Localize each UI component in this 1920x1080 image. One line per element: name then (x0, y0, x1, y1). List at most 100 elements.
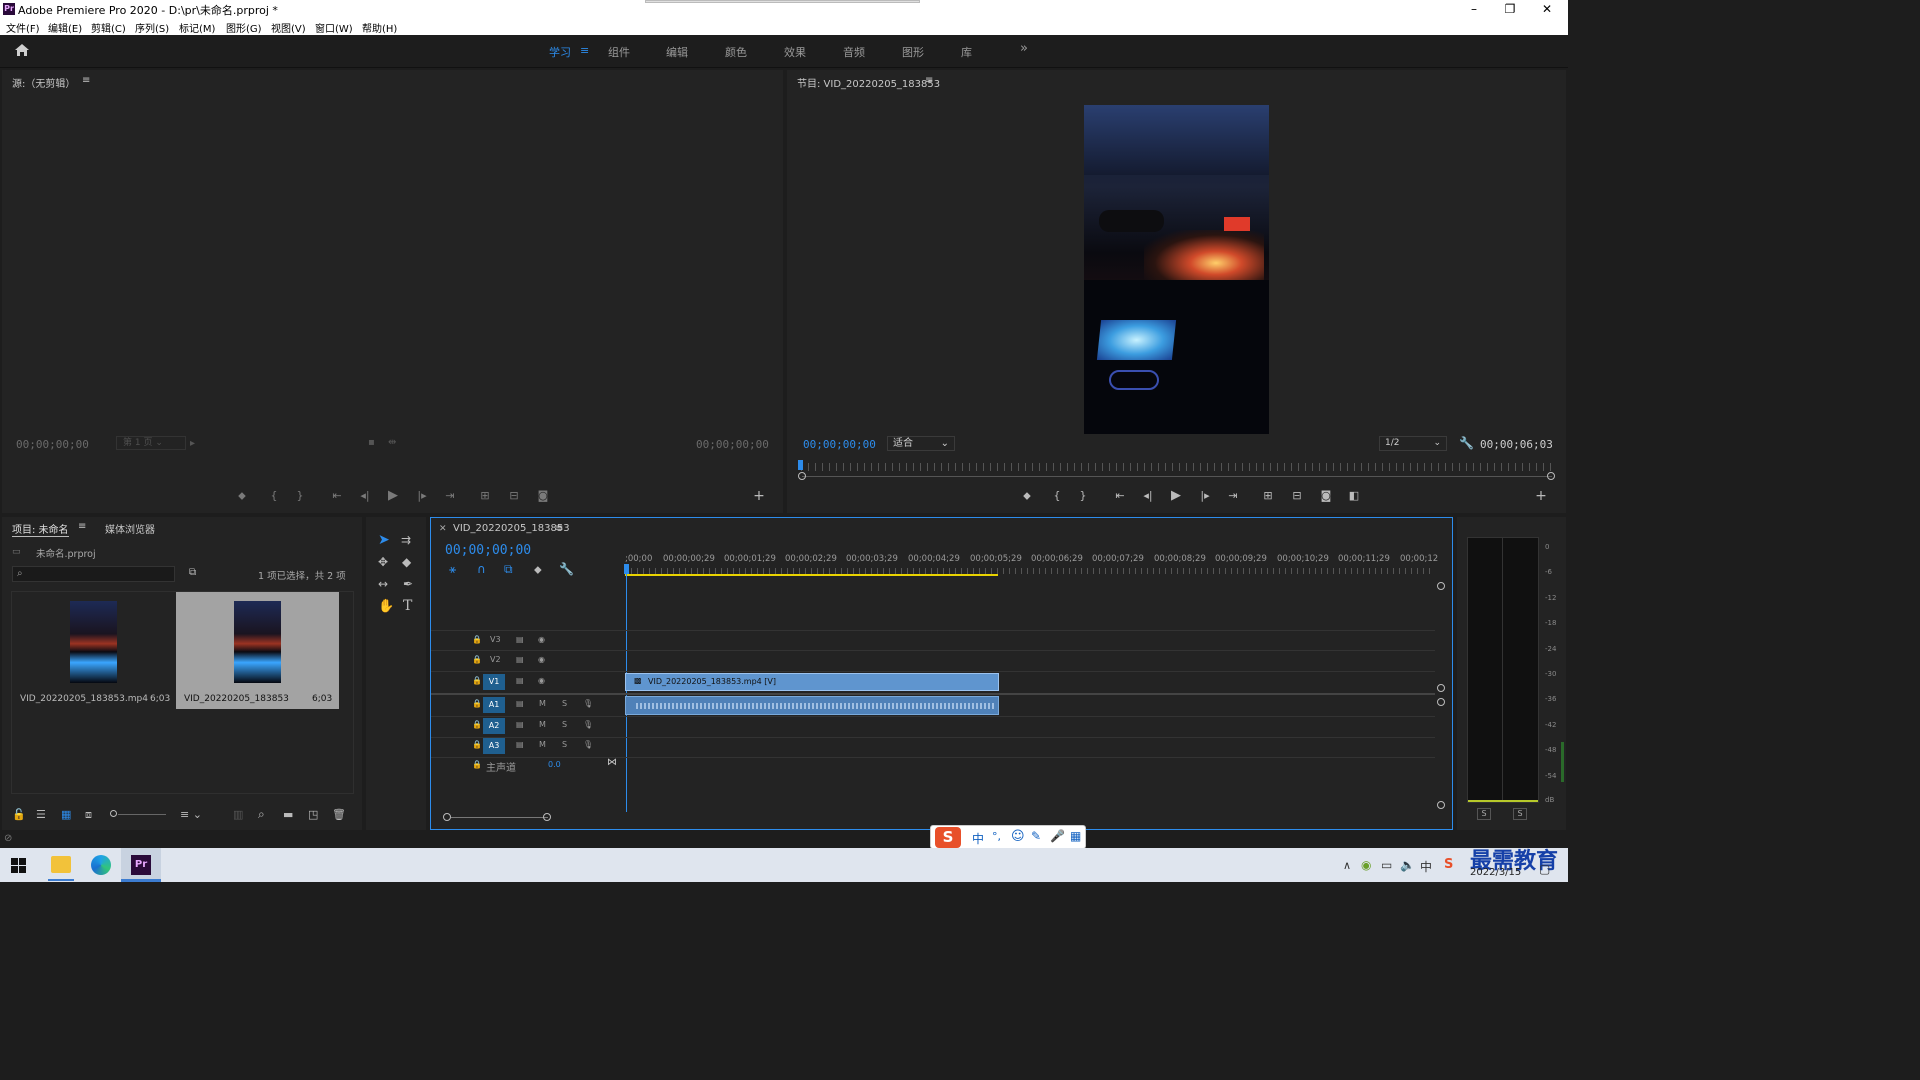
lock-track-icon[interactable]: 🔒 (472, 676, 482, 685)
eye-icon[interactable]: ◉ (538, 635, 545, 644)
vscroll-handle-bottom[interactable] (1437, 801, 1445, 809)
add-marker-icon[interactable]: ⬥ (234, 489, 250, 503)
export-frame-icon[interactable]: ◙ (535, 489, 551, 502)
slip-icon[interactable]: ↔ (378, 577, 388, 591)
button-editor-icon[interactable]: + (751, 488, 767, 504)
program-play-icon[interactable]: ▶ (1168, 488, 1184, 503)
workspace-menu-icon[interactable]: ≡ (580, 44, 589, 57)
toggle-sync-icon[interactable]: ▤ (516, 655, 524, 664)
zoom-handle-right[interactable] (1547, 472, 1555, 480)
meter-solo-left[interactable]: S (1477, 808, 1491, 820)
ripple-edit-icon[interactable]: ✥ (378, 555, 388, 569)
menu-sequence[interactable]: 序列(S) (135, 20, 169, 35)
program-step-forward-icon[interactable]: |▸ (1197, 489, 1213, 502)
program-add-marker-icon[interactable]: ⬥ (1019, 489, 1035, 503)
program-ruler[interactable] (801, 463, 1553, 471)
work-area-bar[interactable] (625, 574, 998, 576)
program-playhead[interactable] (798, 460, 803, 470)
toggle-sync-icon[interactable]: ▤ (516, 635, 524, 644)
vscroll-handle-mid[interactable] (1437, 684, 1445, 692)
tab-media-browser[interactable]: 媒体浏览器 (105, 521, 155, 536)
meter-solo-right[interactable]: S (1513, 808, 1527, 820)
page-select[interactable]: 第 1 页 ⌄ (116, 436, 186, 450)
eye-icon[interactable]: ◉ (538, 676, 545, 685)
zoom-slider-track[interactable] (118, 814, 166, 815)
icon-view-icon[interactable]: ▦ (61, 808, 71, 821)
lock-icon[interactable]: 🔓 (12, 808, 26, 821)
project-panel-menu-icon[interactable]: ≡ (78, 521, 86, 532)
drag-audio-icon[interactable]: ⇹ (388, 437, 396, 448)
go-to-out-icon[interactable]: ⇥ (442, 489, 458, 502)
notification-icon[interactable]: ▢ (1539, 862, 1550, 876)
menu-window[interactable]: 窗口(W) (315, 20, 353, 35)
workspace-learn[interactable]: 学习 (549, 44, 571, 60)
mute-button[interactable]: M (539, 740, 546, 749)
fit-select[interactable]: 适合 ⌄ (887, 436, 955, 451)
workspace-graphics[interactable]: 图形 (902, 44, 924, 60)
program-mark-out-icon[interactable]: } (1075, 489, 1091, 502)
wrench-icon[interactable]: 🔧 (1459, 436, 1474, 450)
play-icon[interactable]: ▶ (385, 488, 401, 503)
timeline-playhead[interactable] (624, 564, 629, 574)
toggle-sync-icon[interactable]: ▤ (516, 676, 524, 685)
sogou-tray-icon[interactable]: S (1444, 857, 1453, 872)
file-explorer-icon[interactable] (51, 856, 71, 873)
workspace-assembly[interactable]: 组件 (608, 44, 630, 60)
mark-in-icon[interactable]: { (266, 489, 282, 502)
program-zoom-bar[interactable] (802, 476, 1552, 477)
ime-toolbox-icon[interactable]: ▦ (1070, 829, 1081, 843)
premiere-taskbar-button[interactable]: Pr (121, 848, 161, 882)
mute-button[interactable]: M (539, 720, 546, 729)
project-item-selected[interactable]: VID_20220205_183853 6;03 (176, 592, 339, 709)
volume-icon[interactable]: 🔈 (1400, 858, 1415, 872)
type-tool-icon[interactable]: T (403, 598, 412, 614)
zoom-handle-left[interactable] (798, 472, 806, 480)
vscroll-handle-top[interactable] (1437, 582, 1445, 590)
razor-icon[interactable]: ◆ (402, 555, 411, 569)
close-button[interactable]: ✕ (1528, 0, 1566, 18)
toggle-sync-icon[interactable]: ▤ (516, 740, 524, 749)
tray-app-icon[interactable]: ◉ (1361, 858, 1371, 872)
program-timecode[interactable]: 00;00;00;00 (803, 438, 876, 451)
program-step-back-icon[interactable]: ◂| (1140, 489, 1156, 502)
hscroll-handle-left[interactable] (443, 813, 451, 821)
ime-voice-icon[interactable]: 🎤 (1050, 829, 1065, 843)
toggle-sync-icon[interactable]: ▤ (516, 720, 524, 729)
program-go-to-out-icon[interactable]: ⇥ (1225, 489, 1241, 502)
source-panel-menu-icon[interactable]: ≡ (82, 75, 90, 86)
resolution-select[interactable]: 1/2 ⌄ (1379, 436, 1447, 451)
drag-video-icon[interactable]: ▪ (368, 437, 375, 448)
menu-view[interactable]: 视图(V) (271, 20, 306, 35)
toggle-sync-icon[interactable]: ▤ (516, 699, 524, 708)
lock-track-icon[interactable]: 🔒 (472, 635, 482, 644)
menu-help[interactable]: 帮助(H) (362, 20, 397, 35)
freeform-view-icon[interactable]: ⧈ (85, 808, 92, 822)
program-panel-menu-icon[interactable]: ≡ (925, 75, 933, 86)
project-item[interactable]: VID_20220205_183853.mp4 6;03 (12, 592, 177, 709)
new-bin-from-search-icon[interactable]: ⧉ (189, 567, 196, 578)
timeline-settings-icon[interactable]: 🔧 (559, 562, 574, 576)
minimize-button[interactable]: – (1455, 0, 1493, 18)
list-view-icon[interactable]: ☰ (36, 808, 46, 821)
solo-button[interactable]: S (562, 740, 567, 749)
workspace-editing[interactable]: 编辑 (666, 44, 688, 60)
vscroll-handle-audio[interactable] (1437, 698, 1445, 706)
snap-icon[interactable]: ∩ (477, 562, 486, 576)
lock-track-icon[interactable]: 🔒 (472, 699, 482, 708)
nest-icon[interactable]: ⚹ (449, 562, 456, 577)
go-to-next-edit-icon[interactable]: ⋈ (607, 757, 617, 768)
lock-track-icon[interactable]: 🔒 (472, 760, 482, 769)
extract-icon[interactable]: ⊟ (1289, 489, 1305, 502)
menu-graphics[interactable]: 图形(G) (226, 20, 262, 35)
clear-icon[interactable]: 🗑 (332, 808, 346, 821)
lift-icon[interactable]: ⊞ (1260, 489, 1276, 502)
project-search-input[interactable]: ⌕ (12, 566, 175, 582)
home-icon[interactable] (14, 43, 30, 60)
program-go-to-in-icon[interactable]: ⇤ (1112, 489, 1128, 502)
zoom-slider-handle[interactable] (110, 810, 117, 817)
new-bin-icon[interactable]: ▬ (283, 808, 293, 821)
close-sequence-icon[interactable]: ✕ (439, 524, 447, 534)
program-export-frame-icon[interactable]: ◙ (1318, 489, 1334, 502)
selection-tool-icon[interactable]: ➤ (378, 532, 390, 548)
mute-button[interactable]: M (539, 699, 546, 708)
